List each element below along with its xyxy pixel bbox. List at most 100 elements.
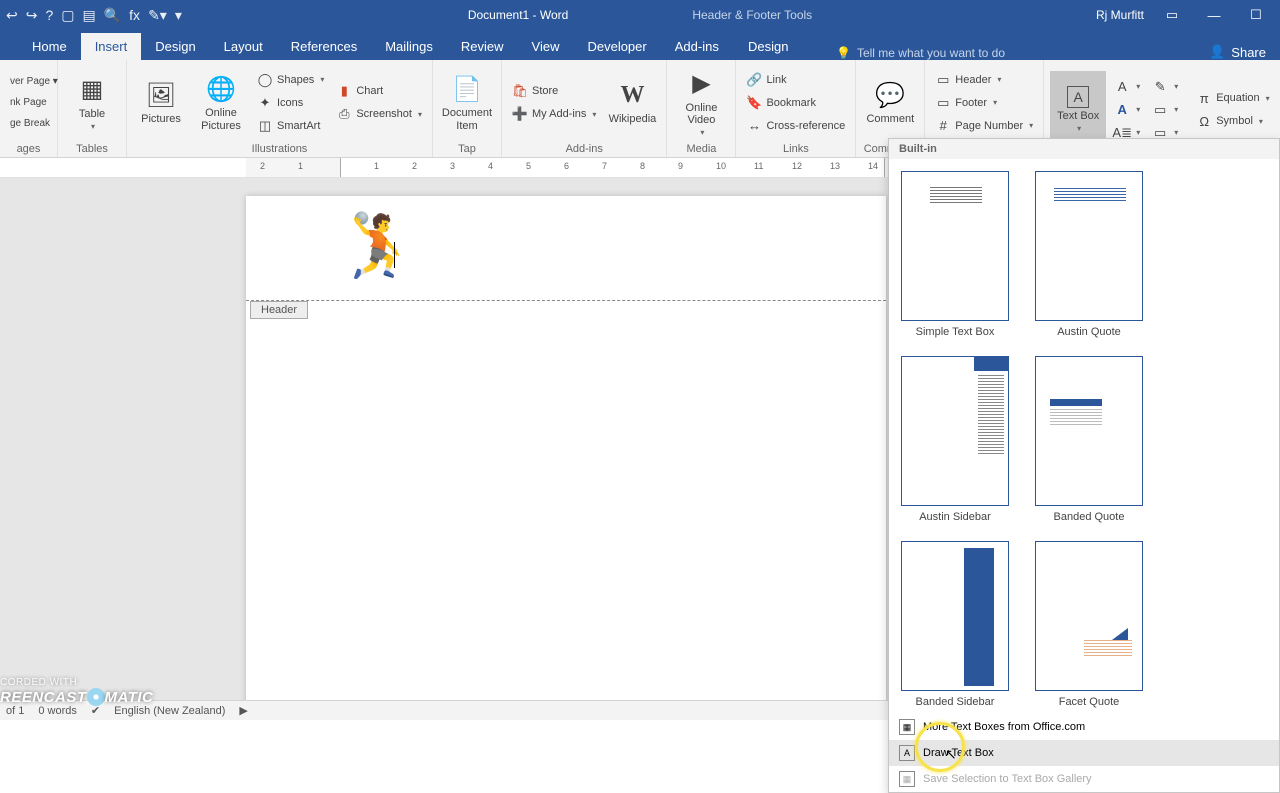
group-label: ages	[6, 143, 51, 157]
qat-btn[interactable]: ▢	[61, 7, 74, 24]
qat-btn[interactable]: ▤	[83, 7, 96, 24]
tab-review[interactable]: Review	[447, 33, 518, 60]
comment-button[interactable]: 💬Comment	[862, 64, 918, 142]
ruler-tick: 14	[868, 161, 878, 171]
ruler-tick: 4	[488, 161, 493, 171]
gallery-item-simple-text-box[interactable]: Simple Text Box	[901, 171, 1009, 338]
ruler-tick: 2	[412, 161, 417, 171]
chart-button[interactable]: ▮Chart	[332, 80, 426, 102]
group-label: Tables	[64, 143, 120, 157]
page-indicator[interactable]: of 1	[6, 705, 24, 717]
page-number-button[interactable]: #Page Number	[931, 115, 1037, 137]
link-button[interactable]: 🔗Link	[742, 69, 849, 91]
tab-developer[interactable]: Developer	[573, 33, 660, 60]
tab-layout[interactable]: Layout	[210, 33, 277, 60]
help-icon[interactable]: ?	[45, 7, 53, 23]
ruler-tick: 1	[298, 161, 303, 171]
more-text-boxes-option[interactable]: ▦More Text Boxes from Office.com	[889, 714, 1279, 740]
minimize-button[interactable]: —	[1200, 8, 1228, 23]
online-pictures-button[interactable]: 🌐Online Pictures	[193, 64, 249, 142]
tab-mailings[interactable]: Mailings	[371, 33, 447, 60]
account-name[interactable]: Rj Murfitt	[1096, 8, 1144, 22]
formula-icon[interactable]: fx	[129, 7, 140, 23]
tab-hf-design[interactable]: Design	[730, 33, 806, 60]
group-illustrations: 🖼Pictures 🌐Online Pictures ◯Shapes ✦Icon…	[127, 60, 433, 157]
group-media: ▶Online Video Media	[667, 60, 736, 157]
date-icon: ✎	[1152, 79, 1168, 95]
group-label: Add-ins	[508, 143, 660, 157]
footer-button[interactable]: ▭Footer	[931, 92, 1037, 114]
header-button[interactable]: ▭Header	[931, 69, 1037, 91]
screenshot-button[interactable]: ⎙Screenshot	[332, 103, 426, 125]
tab-addins[interactable]: Add-ins	[661, 33, 733, 60]
bookmark-button[interactable]: 🔖Bookmark	[742, 92, 849, 114]
ruler-tick: 3	[450, 161, 455, 171]
icons-button[interactable]: ✦Icons	[253, 92, 328, 114]
ruler-tick: 8	[640, 161, 645, 171]
blank-page-button[interactable]: nk Page	[6, 93, 62, 113]
contextual-tool-title: Header & Footer Tools	[692, 8, 812, 22]
wordart-button[interactable]: A	[1110, 99, 1144, 121]
share-button[interactable]: 👤Share	[1209, 44, 1266, 60]
tab-view[interactable]: View	[518, 33, 574, 60]
symbol-button[interactable]: ΩSymbol	[1192, 110, 1273, 132]
pictures-button[interactable]: 🖼Pictures	[133, 64, 189, 142]
ruler-tick: 7	[602, 161, 607, 171]
gallery-heading: Built-in	[889, 139, 1279, 159]
date-button[interactable]: ✎	[1148, 76, 1182, 98]
picture-icon: 🖼	[145, 79, 177, 111]
my-addins-button[interactable]: ➕My Add-ins	[508, 103, 600, 125]
tell-me-search[interactable]: 💡Tell me what you want to do	[836, 46, 1005, 60]
ruler-tick: 10	[716, 161, 726, 171]
object-button[interactable]: ▭	[1148, 99, 1182, 121]
symbol-icon: Ω	[1196, 113, 1212, 129]
gallery-item-facet-quote[interactable]: Facet Quote	[1035, 541, 1143, 708]
gallery-item-austin-quote[interactable]: Austin Quote	[1035, 171, 1143, 338]
table-button[interactable]: ▦Table	[64, 64, 120, 142]
tab-insert[interactable]: Insert	[81, 33, 142, 60]
header-icon: ▭	[935, 72, 951, 88]
gallery-item-banded-sidebar[interactable]: Banded Sidebar	[901, 541, 1009, 708]
online-video-button[interactable]: ▶Online Video	[673, 64, 729, 142]
page[interactable]: 🤾 Header	[246, 196, 886, 700]
document-item-button[interactable]: 📄Document Item	[439, 64, 495, 142]
gallery-item-austin-sidebar[interactable]: Austin Sidebar	[901, 356, 1009, 523]
dropcap-button[interactable]: A	[1110, 76, 1144, 98]
cross-reference-button[interactable]: ↔Cross-reference	[742, 115, 849, 137]
text-cursor	[394, 242, 395, 268]
qat-more-icon[interactable]: ▾	[175, 7, 182, 24]
undo-icon[interactable]: ↩	[6, 7, 18, 24]
language-indicator[interactable]: English (New Zealand)	[114, 705, 225, 717]
redo-icon[interactable]: ↪	[26, 7, 38, 24]
page-break-button[interactable]: ge Break	[6, 114, 62, 134]
tab-references[interactable]: References	[277, 33, 371, 60]
store-button[interactable]: 🛍Store	[508, 80, 600, 102]
ribbon-display-icon[interactable]: ▭	[1158, 7, 1186, 23]
tab-home[interactable]: Home	[18, 33, 81, 60]
header-graphic[interactable]: 🤾	[340, 210, 417, 283]
word-count[interactable]: 0 words	[38, 705, 77, 717]
text-box-button[interactable]: AText Box	[1050, 71, 1106, 149]
table-icon: ▦	[76, 74, 108, 106]
tab-design[interactable]: Design	[141, 33, 209, 60]
shapes-button[interactable]: ◯Shapes	[253, 69, 328, 91]
find-icon[interactable]: 🔍	[104, 7, 121, 24]
smartart-button[interactable]: ◫SmartArt	[253, 115, 328, 137]
cover-page-button[interactable]: ver Page ▾	[6, 72, 62, 92]
comment-icon: 💬	[874, 79, 906, 111]
group-links: 🔗Link 🔖Bookmark ↔Cross-reference Links	[736, 60, 856, 157]
gallery-item-banded-quote[interactable]: Banded Quote	[1035, 356, 1143, 523]
maximize-button[interactable]: ☐	[1242, 7, 1270, 23]
equation-button[interactable]: πEquation	[1192, 87, 1273, 109]
draw-text-box-option[interactable]: ADraw Text Box ↖	[889, 740, 1279, 766]
save-gallery-icon: ▦	[899, 771, 915, 787]
wikipedia-button[interactable]: WWikipedia	[604, 64, 660, 142]
macro-icon[interactable]: ▶	[239, 704, 247, 717]
header-region[interactable]: 🤾	[246, 196, 886, 301]
xref-icon: ↔	[746, 118, 762, 134]
qat-btn[interactable]: ✎▾	[148, 7, 167, 24]
shapes-icon: ◯	[257, 72, 273, 88]
text-box-gallery: Built-in Simple Text Box Austin Quote Au…	[888, 138, 1280, 793]
group-tables: ▦Table Tables	[58, 60, 127, 157]
group-addins: 🛍Store ➕My Add-ins WWikipedia Add-ins	[502, 60, 667, 157]
